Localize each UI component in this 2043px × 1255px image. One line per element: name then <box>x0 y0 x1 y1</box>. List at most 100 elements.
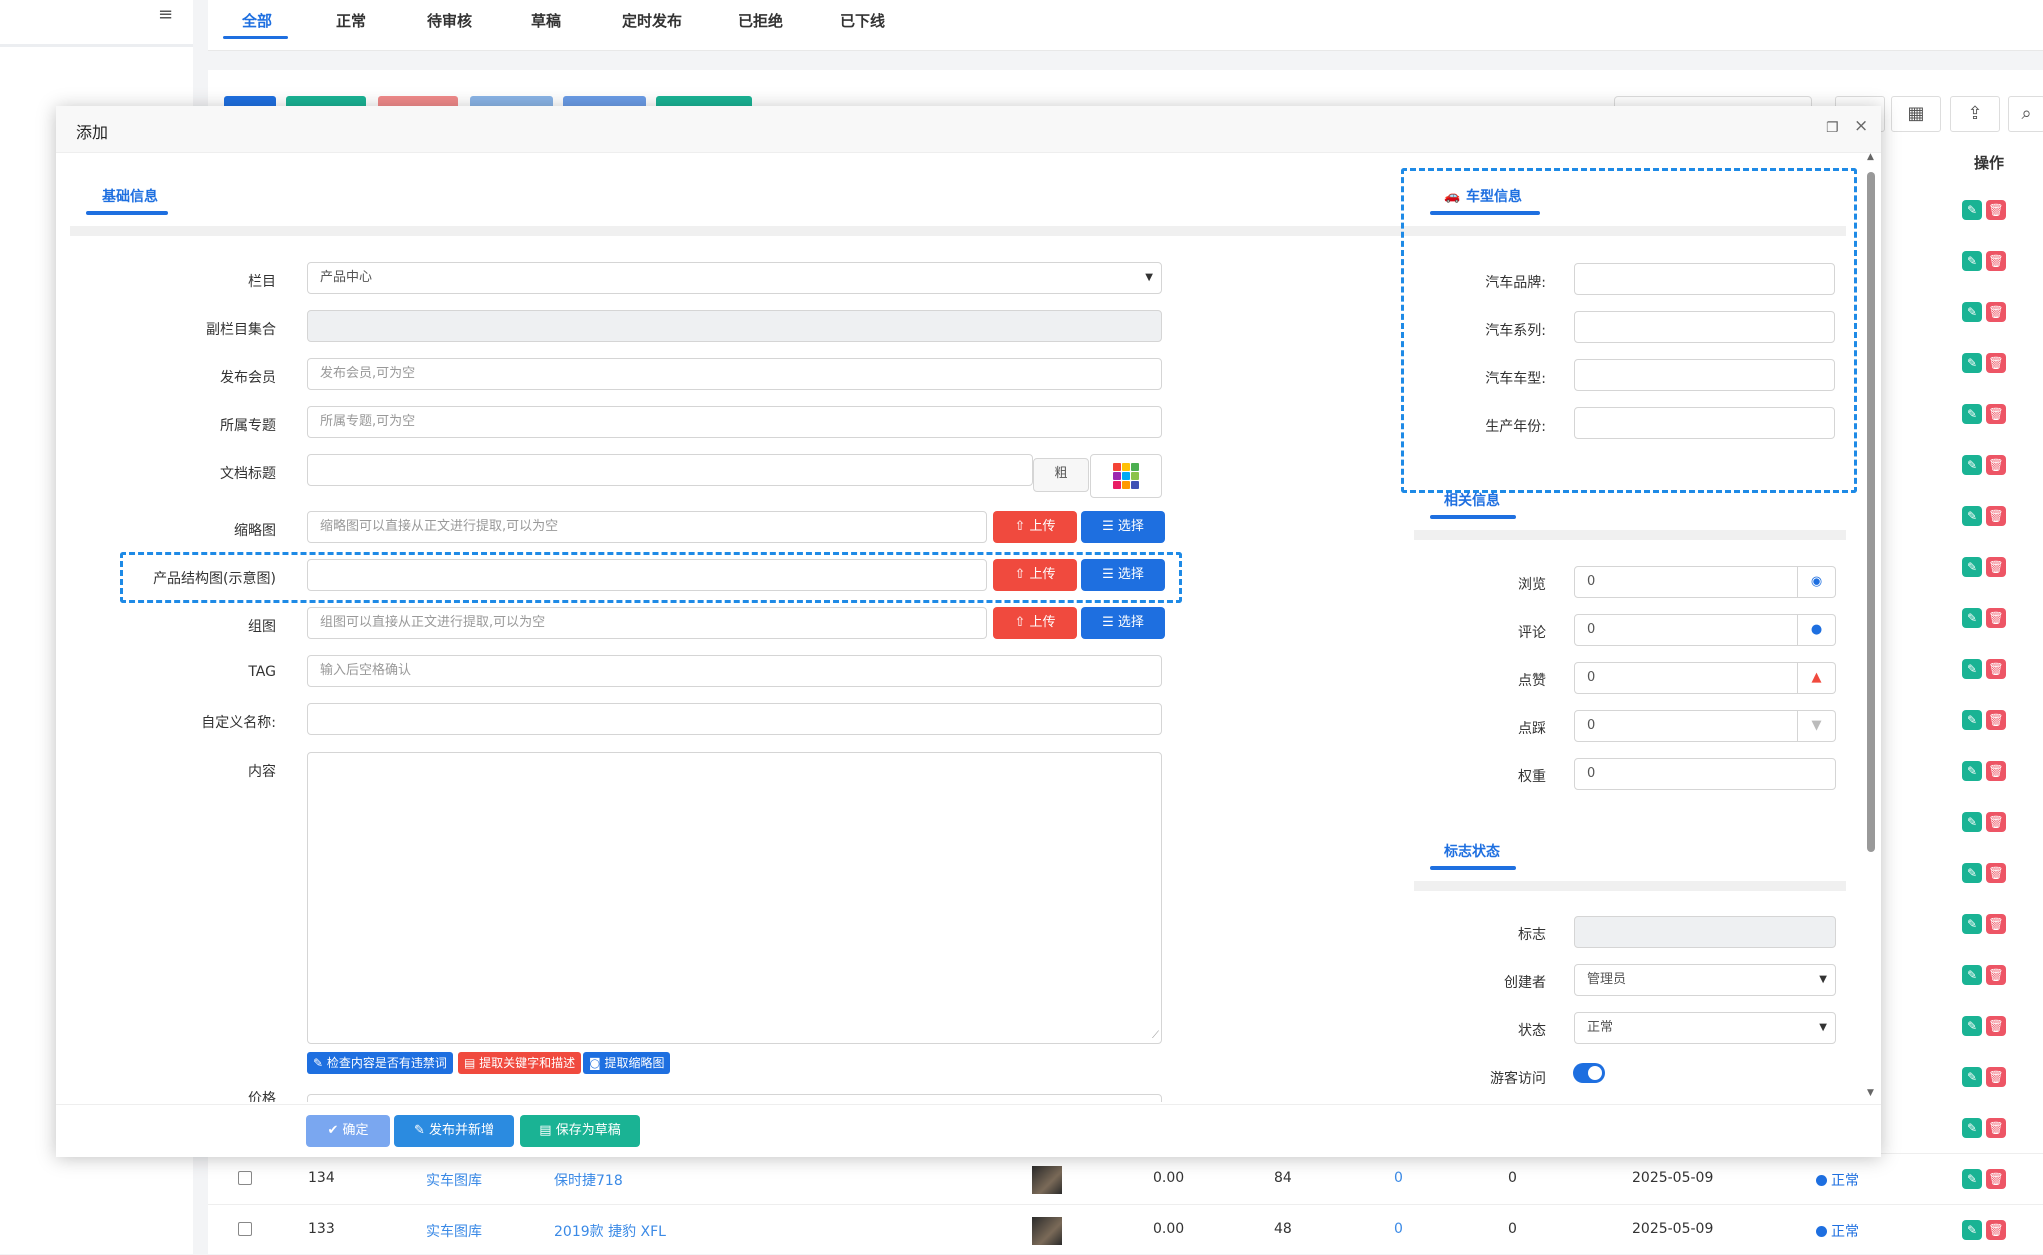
extract-keywords-button[interactable]: ▤ 提取关键字和描述 <box>458 1052 582 1074</box>
resize-handle-icon[interactable]: ⟋ <box>1152 1021 1159 1051</box>
thumbnail-upload-button[interactable]: ⇧ 上传 <box>993 511 1077 543</box>
check-forbidden-words-button[interactable]: ✎ 检查内容是否有违禁词 <box>307 1052 453 1074</box>
edit-icon[interactable]: ✎ <box>1962 710 1982 730</box>
delete-icon[interactable]: 🗑 <box>1986 506 2006 526</box>
row-category-link[interactable]: 实车图库 <box>426 1170 482 1190</box>
price-input[interactable]: 0 <box>307 1094 1162 1102</box>
delete-icon[interactable]: 🗑 <box>1986 965 2006 985</box>
column-select[interactable]: 产品中心 ▼ <box>307 262 1162 294</box>
topic-input[interactable]: 所属专题,可为空 <box>307 406 1162 438</box>
row-thumbnail[interactable] <box>1032 1217 1062 1245</box>
edit-icon[interactable]: ✎ <box>1962 608 1982 628</box>
edit-icon[interactable]: ✎ <box>1962 761 1982 781</box>
tab-all[interactable]: 全部 <box>242 10 272 31</box>
delete-icon[interactable]: 🗑 <box>1986 302 2006 322</box>
tab-flag-status[interactable]: 标志状态 <box>1444 841 1500 861</box>
tab-offline[interactable]: 已下线 <box>840 10 885 31</box>
scroll-up-icon[interactable]: ▲ <box>1867 152 1874 162</box>
edit-icon[interactable]: ✎ <box>1962 965 1982 985</box>
delete-icon[interactable]: 🗑 <box>1986 1016 2006 1036</box>
edit-icon[interactable]: ✎ <box>1962 1118 1982 1138</box>
edit-icon[interactable]: ✎ <box>1962 1220 1982 1240</box>
delete-icon[interactable]: 🗑 <box>1986 1220 2006 1240</box>
maximize-icon[interactable]: ❐ <box>1826 120 1839 136</box>
thumbnail-select-button[interactable]: ☰ 选择 <box>1081 511 1165 543</box>
edit-icon[interactable]: ✎ <box>1962 863 1982 883</box>
gallery-upload-button[interactable]: ⇧ 上传 <box>993 607 1077 639</box>
guest-access-toggle[interactable] <box>1573 1063 1605 1083</box>
grid-view-icon[interactable]: ▦ <box>1891 96 1941 132</box>
edit-icon[interactable]: ✎ <box>1962 302 1982 322</box>
delete-icon[interactable]: 🗑 <box>1986 1067 2006 1087</box>
confirm-button[interactable]: ✔ 确定 <box>306 1115 390 1147</box>
export-icon[interactable]: ⇪ <box>1950 96 2000 132</box>
creator-select[interactable]: 管理员 ▼ <box>1574 964 1836 996</box>
row-comments-link[interactable]: 0 <box>1394 1221 1403 1237</box>
delete-icon[interactable]: 🗑 <box>1986 1118 2006 1138</box>
delete-icon[interactable]: 🗑 <box>1986 353 2006 373</box>
status-select[interactable]: 正常 ▼ <box>1574 1012 1836 1044</box>
row-thumbnail[interactable] <box>1032 1166 1062 1194</box>
edit-icon[interactable]: ✎ <box>1962 1016 1982 1036</box>
edit-icon[interactable]: ✎ <box>1962 659 1982 679</box>
delete-icon[interactable]: 🗑 <box>1986 761 2006 781</box>
tab-related-info[interactable]: 相关信息 <box>1444 490 1500 510</box>
delete-icon[interactable]: 🗑 <box>1986 1169 2006 1189</box>
tab-pending[interactable]: 待审核 <box>427 10 472 31</box>
likes-input[interactable]: 0 <box>1574 662 1798 694</box>
tab-normal[interactable]: 正常 <box>336 10 366 31</box>
edit-icon[interactable]: ✎ <box>1962 1067 1982 1087</box>
edit-icon[interactable]: ✎ <box>1962 404 1982 424</box>
row-title-link[interactable]: 保时捷718 <box>554 1170 623 1190</box>
scroll-down-icon[interactable]: ▼ <box>1867 1088 1874 1098</box>
weight-input[interactable]: 0 <box>1574 758 1836 790</box>
delete-icon[interactable]: 🗑 <box>1986 557 2006 577</box>
extract-thumbnail-button[interactable]: ◙ 提取缩略图 <box>583 1052 671 1074</box>
publish-and-add-button[interactable]: ✎ 发布并新增 <box>394 1115 514 1147</box>
title-color-picker[interactable] <box>1090 454 1162 498</box>
search-icon[interactable]: ⌕ <box>2008 96 2043 132</box>
flag-select[interactable] <box>1574 916 1836 948</box>
delete-icon[interactable]: 🗑 <box>1986 608 2006 628</box>
delete-icon[interactable]: 🗑 <box>1986 200 2006 220</box>
save-draft-button[interactable]: ▤ 保存为草稿 <box>520 1115 640 1147</box>
thumbnail-input[interactable]: 缩略图可以直接从正文进行提取,可以为空 <box>307 511 987 543</box>
dialog-scrollbar[interactable]: ▲ ▼ <box>1867 152 1875 1098</box>
gallery-input[interactable]: 组图可以直接从正文进行提取,可以为空 <box>307 607 987 639</box>
menu-toggle-icon[interactable]: ≡ <box>158 4 173 25</box>
row-checkbox[interactable] <box>238 1171 252 1185</box>
tag-input[interactable]: 输入后空格确认 <box>307 655 1162 687</box>
delete-icon[interactable]: 🗑 <box>1986 659 2006 679</box>
gallery-select-button[interactable]: ☰ 选择 <box>1081 607 1165 639</box>
delete-icon[interactable]: 🗑 <box>1986 251 2006 271</box>
delete-icon[interactable]: 🗑 <box>1986 914 2006 934</box>
delete-icon[interactable]: 🗑 <box>1986 812 2006 832</box>
row-category-link[interactable]: 实车图库 <box>426 1221 482 1241</box>
views-input[interactable]: 0 <box>1574 566 1798 598</box>
row-comments-link[interactable]: 0 <box>1394 1170 1403 1186</box>
tab-scheduled[interactable]: 定时发布 <box>622 10 682 31</box>
edit-icon[interactable]: ✎ <box>1962 251 1982 271</box>
title-input[interactable] <box>307 454 1033 486</box>
sub-columns-field[interactable] <box>307 310 1162 342</box>
edit-icon[interactable]: ✎ <box>1962 506 1982 526</box>
scroll-thumb[interactable] <box>1867 172 1875 852</box>
delete-icon[interactable]: 🗑 <box>1986 863 2006 883</box>
bold-toggle[interactable]: 粗 <box>1033 458 1089 492</box>
tab-draft[interactable]: 草稿 <box>531 10 561 31</box>
dislikes-input[interactable]: 0 <box>1574 710 1798 742</box>
edit-icon[interactable]: ✎ <box>1962 914 1982 934</box>
delete-icon[interactable]: 🗑 <box>1986 404 2006 424</box>
edit-icon[interactable]: ✎ <box>1962 557 1982 577</box>
custom-name-input[interactable] <box>307 703 1162 735</box>
tab-basic-info[interactable]: 基础信息 <box>102 186 158 206</box>
member-input[interactable]: 发布会员,可为空 <box>307 358 1162 390</box>
edit-icon[interactable]: ✎ <box>1962 455 1982 475</box>
delete-icon[interactable]: 🗑 <box>1986 455 2006 475</box>
content-editor[interactable]: ⟋ <box>307 752 1162 1044</box>
row-title-link[interactable]: 2019款 捷豹 XFL <box>554 1221 666 1241</box>
comments-input[interactable]: 0 <box>1574 614 1798 646</box>
edit-icon[interactable]: ✎ <box>1962 200 1982 220</box>
row-checkbox[interactable] <box>238 1222 252 1236</box>
delete-icon[interactable]: 🗑 <box>1986 710 2006 730</box>
